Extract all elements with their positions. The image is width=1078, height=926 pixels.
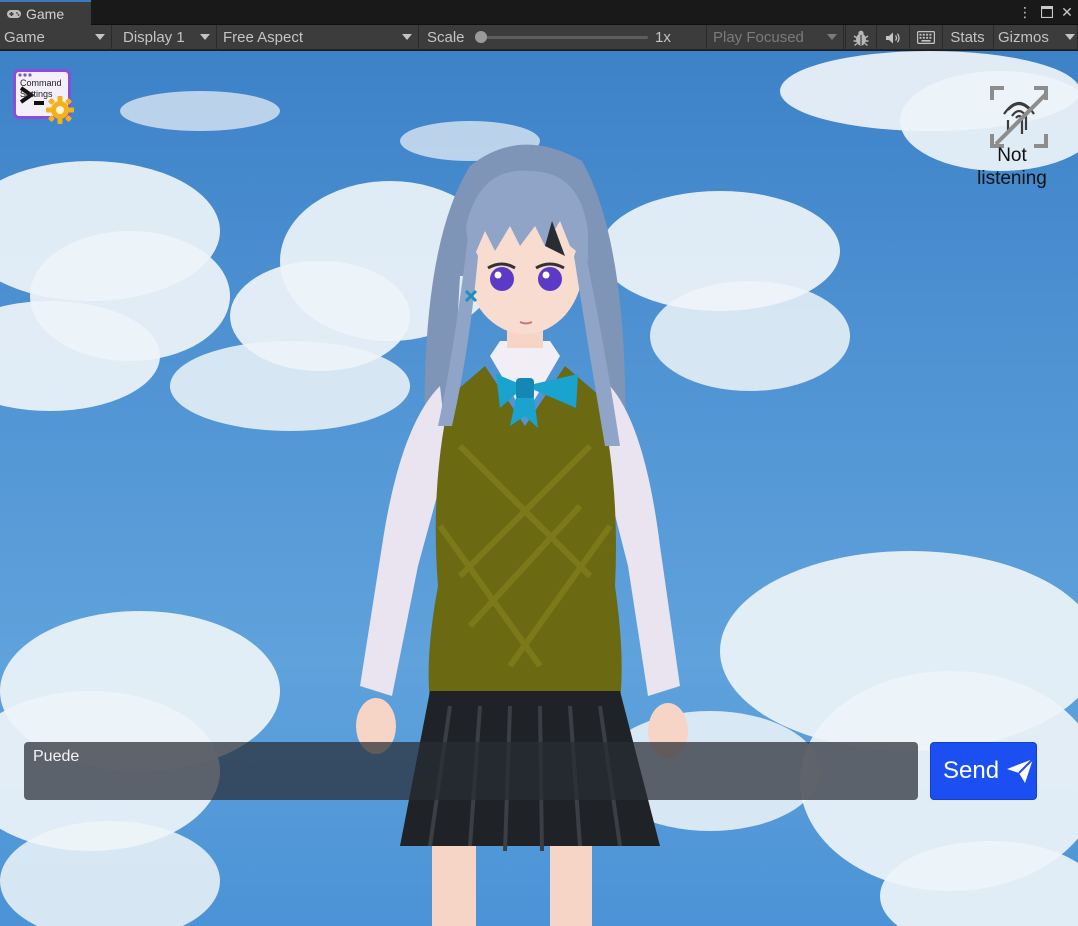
gizmos-dropdown[interactable]: Gizmos: [993, 25, 1078, 50]
scale-value: 1x: [655, 29, 671, 46]
view-mode-label: Game: [4, 29, 45, 46]
scale-slider-thumb[interactable]: [475, 31, 487, 43]
tab-game[interactable]: Game: [0, 0, 91, 25]
tab-label: Game: [26, 5, 65, 22]
command-settings-button[interactable]: Command Settings: [13, 69, 75, 127]
send-button[interactable]: Send: [930, 742, 1037, 800]
paper-plane-icon: [1007, 758, 1034, 783]
gear-icon: [46, 96, 74, 124]
aspect-dropdown[interactable]: Free Aspect: [219, 25, 419, 50]
chevron-down-icon: [1065, 34, 1075, 40]
scale-label: Scale: [427, 29, 465, 46]
bug-icon: [853, 30, 868, 46]
view-mode-dropdown[interactable]: Game: [0, 25, 112, 50]
listening-status[interactable]: Not listening: [970, 86, 1054, 196]
gizmos-label: Gizmos: [998, 29, 1049, 46]
listening-status-label: Not listening: [977, 145, 1047, 189]
speaker-icon: [885, 32, 900, 43]
play-mode-label: Play Focused: [713, 29, 804, 46]
chevron-down-icon: [402, 34, 412, 40]
shortcuts-button[interactable]: [909, 25, 941, 50]
anime-character-model: [356, 144, 688, 926]
close-icon[interactable]: ✕: [1058, 3, 1076, 21]
display-dropdown[interactable]: Display 1: [115, 25, 217, 50]
game-toolbar: Game Display 1 Free Aspect Scale 1x Play…: [0, 25, 1078, 50]
scale-slider-track[interactable]: [480, 36, 648, 39]
stats-label: Stats: [950, 29, 985, 46]
stats-button[interactable]: Stats: [942, 25, 992, 50]
send-button-label: Send: [943, 757, 1000, 784]
gamepad-icon: [7, 9, 21, 18]
play-mode-dropdown[interactable]: Play Focused: [706, 25, 844, 50]
more-options-icon[interactable]: ⋮: [1016, 3, 1034, 21]
fingerprint-off-icon: [990, 86, 1048, 148]
debug-button[interactable]: [845, 25, 875, 50]
window-tab-bar: Game ⋮ ✕: [0, 0, 1078, 25]
chat-input-value: Puede: [33, 748, 80, 765]
chevron-down-icon: [200, 34, 210, 40]
chevron-down-icon: [95, 34, 105, 40]
maximize-icon[interactable]: [1038, 3, 1056, 21]
display-label: Display 1: [123, 29, 185, 46]
aspect-label: Free Aspect: [223, 29, 304, 46]
keyboard-icon: [916, 31, 935, 44]
mute-audio-button[interactable]: [876, 25, 908, 50]
game-viewport[interactable]: Command Settings Not listening Puede Sen…: [0, 51, 1078, 926]
chat-input-field[interactable]: Puede: [24, 742, 918, 800]
chevron-down-icon: [827, 34, 837, 40]
